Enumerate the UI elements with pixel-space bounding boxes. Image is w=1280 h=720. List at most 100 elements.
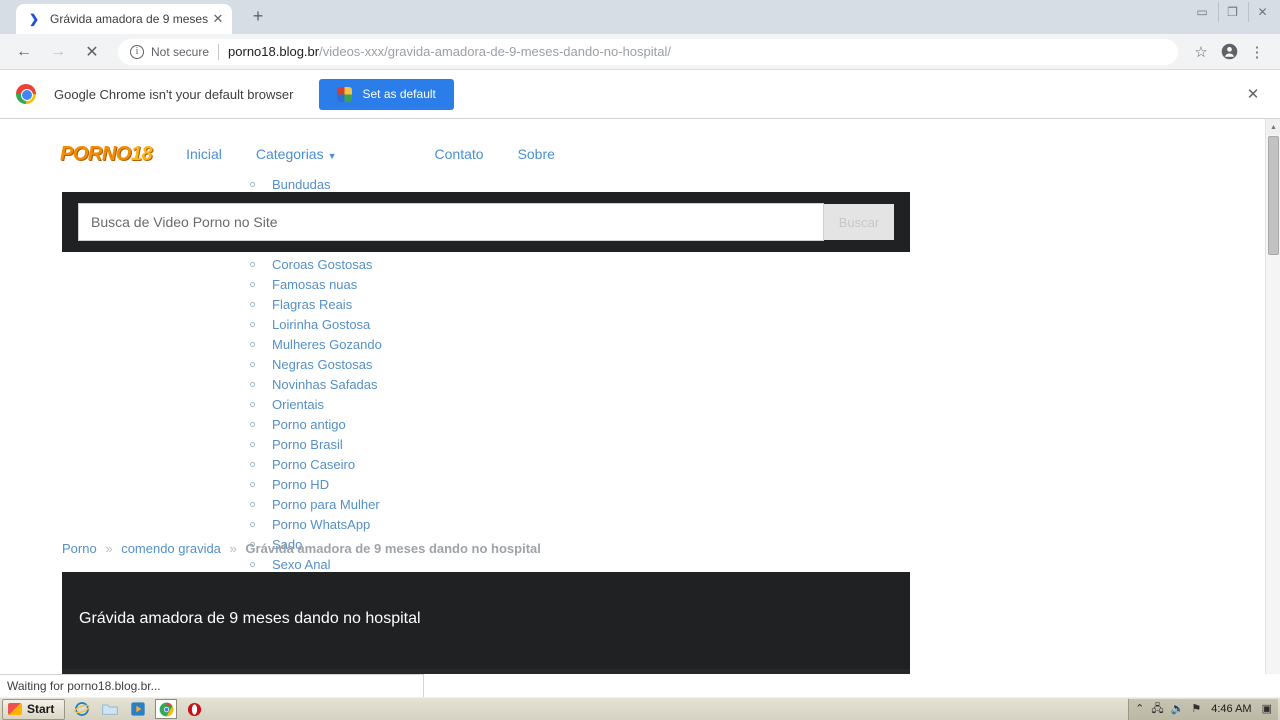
show-desktop-icon[interactable]: ▣ <box>1262 703 1272 715</box>
windows-flag-icon <box>8 703 22 715</box>
category-menu-item[interactable]: Coroas Gostosas <box>250 254 510 274</box>
page-viewport: PORNO18 Inicial Categorias ▼ Contato Sobr… <box>0 119 1280 674</box>
browser-toolbar: ← → ✕ i Not secure porno18.blog.br/video… <box>0 34 1280 70</box>
flag-icon[interactable]: ⚑ <box>1191 703 1201 715</box>
close-window-button[interactable]: ✕ <box>1248 2 1276 22</box>
category-menu-item[interactable]: Porno Caseiro <box>250 454 510 474</box>
category-menu-item-label: Novinhas Safadas <box>272 376 378 392</box>
forward-button[interactable]: → <box>44 38 72 66</box>
chrome-logo-icon <box>16 84 36 104</box>
bullet-icon <box>250 521 255 527</box>
minimize-window-button[interactable]: ▭ <box>1188 2 1216 22</box>
network-icon[interactable]: 🖧 <box>1151 703 1163 715</box>
set-as-default-button[interactable]: Set as default <box>319 78 454 110</box>
category-menu-item-label: Porno Brasil <box>272 436 343 452</box>
category-menu-item-label: Coroas Gostosas <box>272 256 373 272</box>
chrome-icon[interactable] <box>155 699 178 719</box>
bullet-icon <box>250 421 255 427</box>
url-path: /videos-xxx/gravida-amadora-de-9-meses-d… <box>319 44 671 59</box>
new-tab-button[interactable]: + <box>246 5 270 29</box>
bullet-icon <box>250 301 255 307</box>
bullet-icon <box>250 481 255 487</box>
window-controls: ▭ ❐ ✕ <box>1188 2 1276 22</box>
category-menu-item[interactable]: Flagras Reais <box>250 294 510 314</box>
back-button[interactable]: ← <box>10 38 38 66</box>
category-menu-item-label: Porno antigo <box>272 416 346 432</box>
stop-loading-button[interactable]: ✕ <box>78 38 106 66</box>
search-submit-button[interactable]: Buscar <box>824 204 894 240</box>
category-menu-item[interactable]: Novinhas Safadas <box>250 374 510 394</box>
site-logo-word: PORNO <box>60 142 131 165</box>
info-icon[interactable]: i <box>130 44 144 59</box>
page-scrollbar[interactable]: ▲ <box>1265 119 1280 674</box>
browser-tab[interactable]: ❯ Grávida amadora de 9 meses dando ✕ <box>16 4 232 34</box>
category-menu-item[interactable]: Negras Gostosas <box>250 354 510 374</box>
site-logo[interactable]: PORNO18 <box>60 142 153 166</box>
internet-explorer-icon[interactable] <box>71 699 93 719</box>
category-menu-item-label: Flagras Reais <box>272 296 353 312</box>
profile-avatar-icon[interactable] <box>1216 39 1242 65</box>
folder-icon[interactable] <box>99 699 121 719</box>
category-menu-item-label: Porno HD <box>272 476 330 492</box>
video-title: Grávida amadora de 9 meses dando no hosp… <box>79 610 421 627</box>
breadcrumb-separator-1: » <box>105 541 113 556</box>
category-menu-item[interactable]: Porno HD <box>250 474 510 494</box>
shield-icon <box>337 86 353 102</box>
opera-icon[interactable] <box>183 699 205 719</box>
category-menu-item[interactable]: Porno antigo <box>250 414 510 434</box>
category-menu-item-label: Mulheres Gozando <box>272 336 382 352</box>
site-nav-contato[interactable]: Contato <box>435 146 484 162</box>
default-browser-infobar: Google Chrome isn't your default browser… <box>0 70 1280 119</box>
category-menu-item[interactable]: Porno Brasil <box>250 434 510 454</box>
category-menu-item[interactable]: Famosas nuas <box>250 274 510 294</box>
media-player-icon[interactable] <box>127 699 149 719</box>
category-menu-item-label: Porno WhatsApp <box>272 516 371 532</box>
category-menu-item[interactable]: Bundudas <box>250 174 510 194</box>
scrollbar-thumb[interactable] <box>1267 136 1279 255</box>
bullet-icon <box>250 401 255 407</box>
site-nav-sobre[interactable]: Sobre <box>518 146 555 162</box>
set-as-default-label: Set as default <box>362 87 436 101</box>
chrome-menu-icon[interactable]: ⋮ <box>1244 39 1270 65</box>
start-button-label: Start <box>27 702 55 716</box>
bullet-icon <box>250 261 255 267</box>
breadcrumb-root[interactable]: Porno <box>62 541 97 556</box>
bookmark-star-icon[interactable]: ☆ <box>1188 39 1214 65</box>
category-menu-item-label: Sexo Anal <box>272 556 331 572</box>
search-input[interactable]: Busca de Video Porno no Site <box>78 203 824 241</box>
breadcrumb-separator-2: » <box>229 541 237 556</box>
start-button[interactable]: Start <box>2 698 66 720</box>
close-infobar-icon[interactable]: ✕ <box>1242 83 1264 105</box>
bullet-icon <box>250 501 255 507</box>
category-menu-item[interactable]: Sexo Anal <box>250 554 510 574</box>
breadcrumb-category[interactable]: comendo gravida <box>121 541 221 556</box>
restore-window-button[interactable]: ❐ <box>1218 2 1246 22</box>
category-menu-item-label: Loirinha Gostosa <box>272 316 371 332</box>
status-bubble: Waiting for porno18.blog.br... <box>0 674 424 697</box>
address-bar[interactable]: i Not secure porno18.blog.br/videos-xxx/… <box>118 38 1178 65</box>
category-menu-item-label: Porno para Mulher <box>272 496 380 512</box>
bullet-icon <box>250 181 255 187</box>
category-menu-item-label: Orientais <box>272 396 325 412</box>
close-tab-icon[interactable]: ✕ <box>210 11 226 27</box>
category-menu-item[interactable]: Porno para Mulher <box>250 494 510 514</box>
site-nav-categorias[interactable]: Categorias ▼ <box>256 146 337 162</box>
category-menu-item[interactable]: Loirinha Gostosa <box>250 314 510 334</box>
category-menu-item[interactable]: Orientais <box>250 394 510 414</box>
volume-icon[interactable]: 🔊 <box>1171 703 1185 715</box>
site-search-band: Busca de Video Porno no Site Buscar <box>62 192 910 252</box>
scroll-up-arrow-icon[interactable]: ▲ <box>1266 119 1280 135</box>
chevron-up-icon[interactable]: ⌃ <box>1135 703 1144 715</box>
site-header: PORNO18 Inicial Categorias ▼ Contato Sobr… <box>0 131 1264 177</box>
category-menu-item[interactable]: Porno WhatsApp <box>250 514 510 534</box>
bullet-icon <box>250 281 255 287</box>
bullet-icon <box>250 461 255 467</box>
site-nav-inicial[interactable]: Inicial <box>186 146 222 162</box>
system-tray: ⌃ 🖧 🔊 ⚑ 4:46 AM ▣ <box>1128 698 1278 720</box>
category-menu-item[interactable]: Mulheres Gozando <box>250 334 510 354</box>
tray-clock[interactable]: 4:46 AM <box>1211 703 1251 715</box>
breadcrumb: Porno » comendo gravida » Grávida amador… <box>62 541 541 556</box>
bullet-icon <box>250 321 255 327</box>
chevron-down-icon: ▼ <box>327 151 337 161</box>
bullet-icon <box>250 561 255 567</box>
